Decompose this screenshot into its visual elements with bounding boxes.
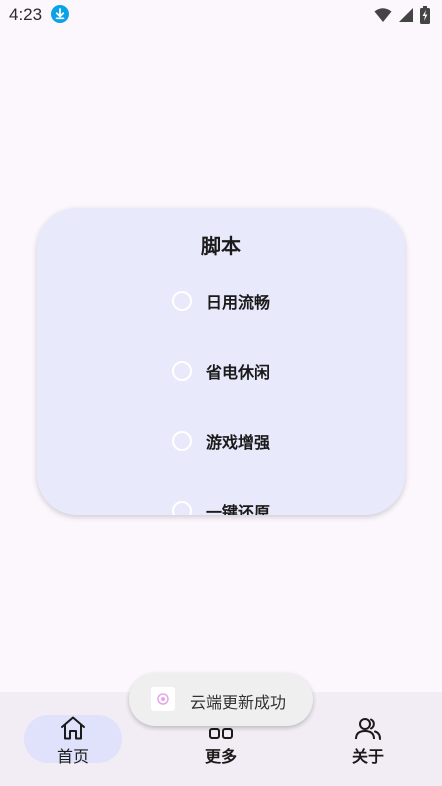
card-title: 脚本 <box>201 234 241 258</box>
script-card: 脚本 日用流畅 省电休闲 游戏增强 一键还原 <box>37 208 405 515</box>
app-icon <box>151 687 175 711</box>
option-daily-smooth[interactable]: 日用流畅 <box>172 288 270 314</box>
option-restore[interactable]: 一键还原 <box>172 498 270 515</box>
toast-notification: 云端更新成功 <box>129 673 313 726</box>
radio-button[interactable] <box>172 501 192 515</box>
option-power-saving[interactable]: 省电休闲 <box>172 358 270 384</box>
option-label: 日用流畅 <box>206 293 271 312</box>
status-bar: 4:23 <box>0 0 442 30</box>
home-icon <box>61 716 85 740</box>
status-time: 4:23 <box>9 5 43 24</box>
signal-icon <box>399 8 413 22</box>
radio-button[interactable] <box>172 361 192 381</box>
status-icons <box>374 6 430 24</box>
option-label: 游戏增强 <box>206 433 271 452</box>
nav-item-about[interactable]: 关于 <box>308 692 428 786</box>
option-game-boost[interactable]: 游戏增强 <box>172 428 270 454</box>
app-screen: 4:23 脚本 日用流畅 省电休闲 游戏增强 一键还原 首页 更多 关于 云端更… <box>0 0 442 786</box>
option-label: 省电休闲 <box>206 363 271 382</box>
nav-label-about: 关于 <box>351 747 384 766</box>
wifi-icon <box>374 8 392 22</box>
battery-charging-icon <box>420 6 430 24</box>
nav-item-home[interactable]: 首页 <box>13 692 133 786</box>
nav-label-more: 更多 <box>204 747 237 766</box>
radio-button[interactable] <box>172 291 192 311</box>
toast-message: 云端更新成功 <box>190 693 287 712</box>
radio-button[interactable] <box>172 431 192 451</box>
people-icon <box>355 718 381 740</box>
download-icon <box>51 5 69 23</box>
option-label: 一键还原 <box>206 503 271 515</box>
nav-label-home: 首页 <box>56 747 89 766</box>
